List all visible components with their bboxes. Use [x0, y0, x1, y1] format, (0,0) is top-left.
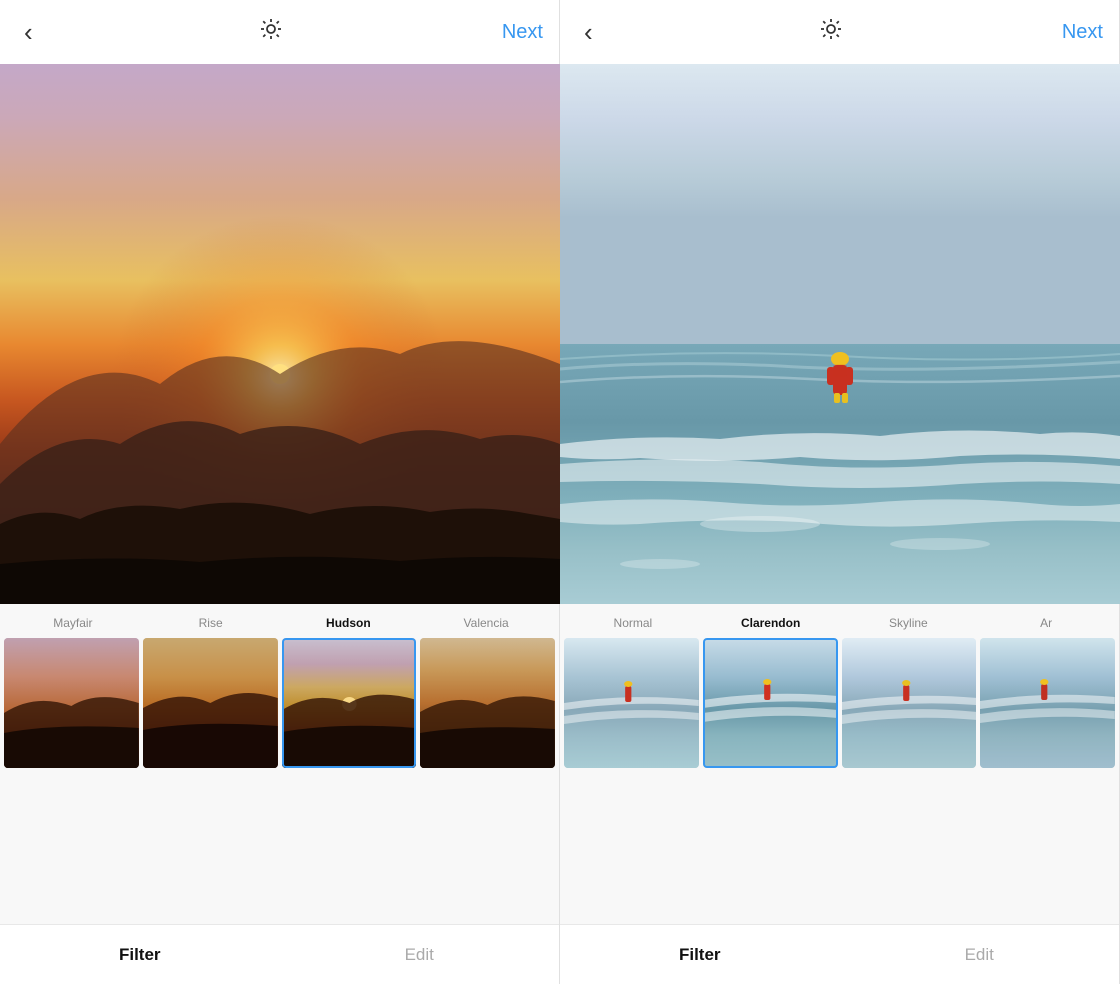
left-filter-labels: Mayfair Rise Hudson Valencia: [0, 616, 559, 630]
left-bottom-tabs: Filter Edit: [0, 924, 559, 984]
left-tab-filter[interactable]: Filter: [0, 933, 280, 977]
left-filter-label-3: Valencia: [417, 616, 555, 630]
left-filter-thumb-3[interactable]: [420, 638, 555, 768]
right-topbar: ‹ Next: [560, 0, 1119, 64]
right-back-button[interactable]: ‹: [576, 15, 601, 49]
left-filter-strip: Mayfair Rise Hudson Valencia: [0, 604, 559, 924]
left-panel: ‹ Next: [0, 0, 560, 984]
left-main-image: [0, 64, 560, 604]
right-filter-thumb-1[interactable]: [703, 638, 838, 768]
left-topbar: ‹ Next: [0, 0, 559, 64]
left-filter-thumb-1[interactable]: [143, 638, 278, 768]
right-filter-label-1: Clarendon: [702, 616, 840, 630]
left-filter-label-0: Mayfair: [4, 616, 142, 630]
right-filter-label-2: Skyline: [840, 616, 978, 630]
right-bottom-tabs: Filter Edit: [560, 924, 1119, 984]
left-filter-thumb-2[interactable]: [282, 638, 417, 768]
right-tab-filter[interactable]: Filter: [560, 933, 840, 977]
left-filter-label-2: Hudson: [280, 616, 418, 630]
left-filter-thumbnails: [0, 638, 559, 768]
right-filter-thumb-2[interactable]: [842, 638, 977, 768]
left-next-button[interactable]: Next: [502, 21, 543, 44]
right-main-image: [560, 64, 1120, 604]
right-filter-labels: Normal Clarendon Skyline Ar: [560, 616, 1119, 630]
left-tab-edit[interactable]: Edit: [280, 933, 560, 977]
left-brightness-icon[interactable]: [259, 17, 283, 47]
left-back-button[interactable]: ‹: [16, 15, 41, 49]
right-filter-thumbnails: [560, 638, 1119, 768]
right-next-button[interactable]: Next: [1062, 21, 1103, 44]
left-filter-label-1: Rise: [142, 616, 280, 630]
right-filter-thumb-3[interactable]: [980, 638, 1115, 768]
right-tab-edit[interactable]: Edit: [840, 933, 1120, 977]
right-filter-label-3: Ar: [977, 616, 1115, 630]
right-filter-thumb-0[interactable]: [564, 638, 699, 768]
right-brightness-icon[interactable]: [819, 17, 843, 47]
right-filter-label-0: Normal: [564, 616, 702, 630]
right-filter-strip: Normal Clarendon Skyline Ar: [560, 604, 1119, 924]
left-filter-thumb-0[interactable]: [4, 638, 139, 768]
right-panel: ‹ Next: [560, 0, 1120, 984]
